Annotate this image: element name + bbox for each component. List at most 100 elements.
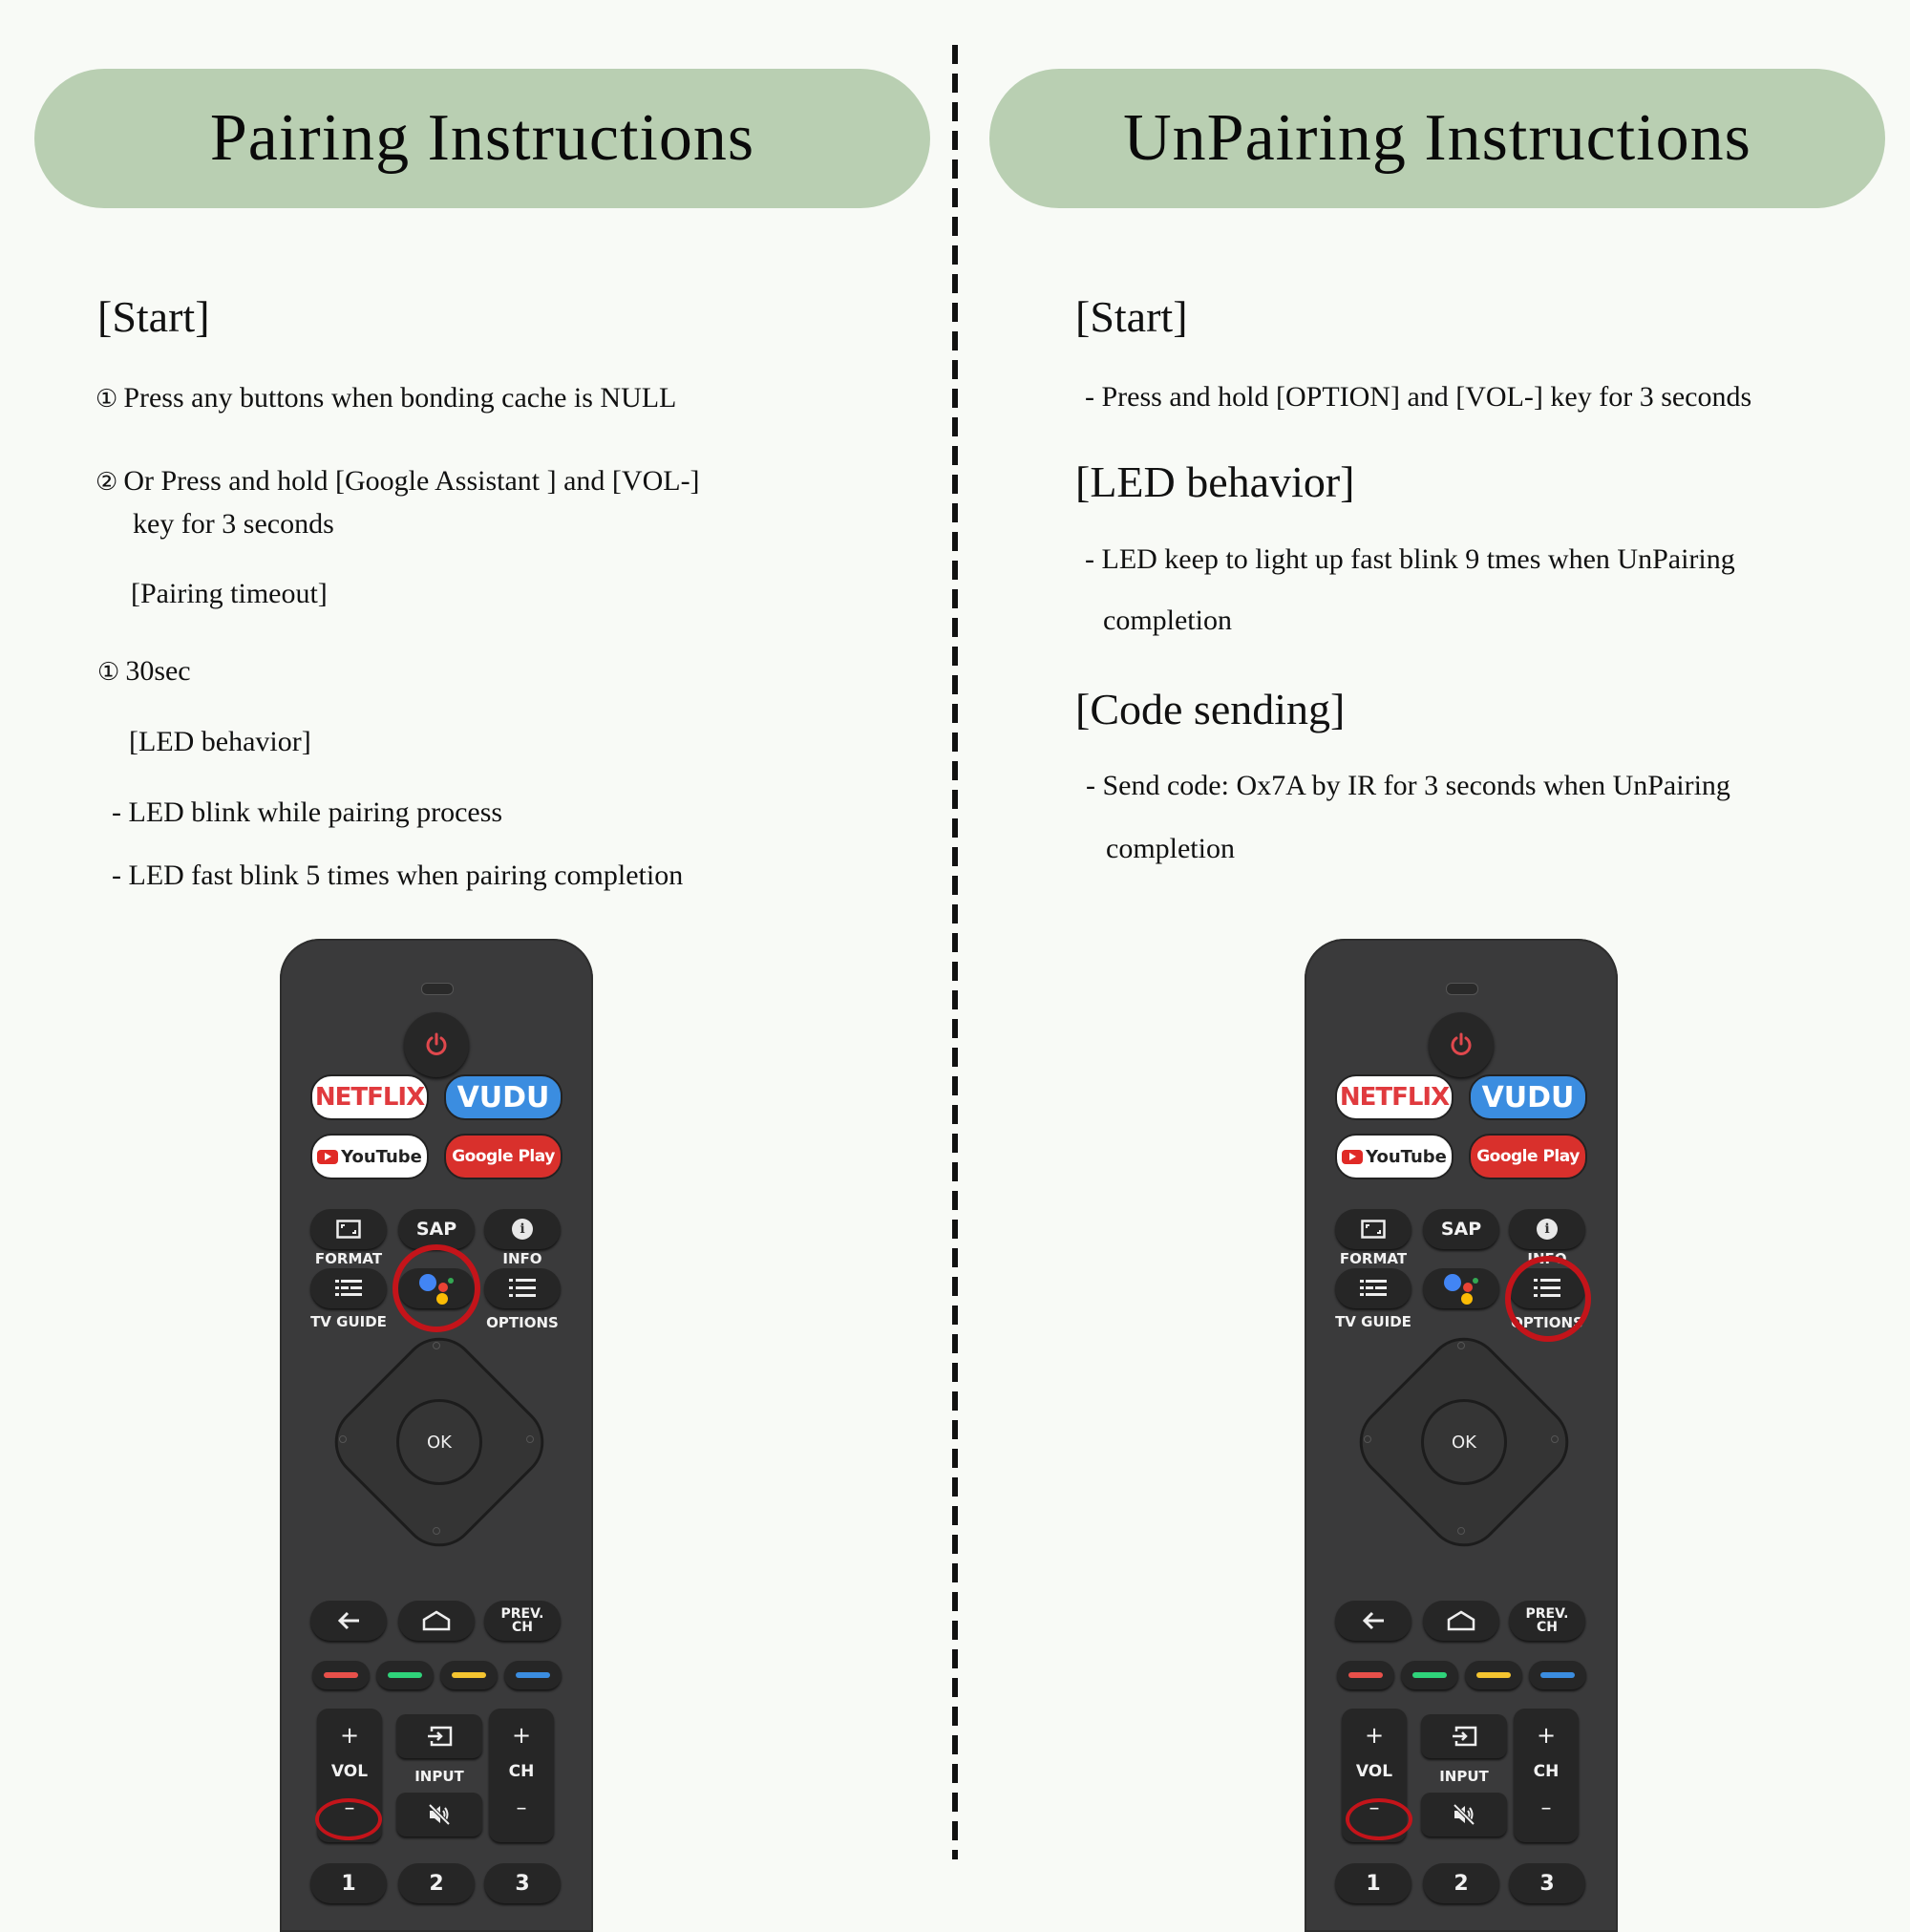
netflix-label: NETFLIX <box>1339 1083 1450 1112</box>
channel-rocker[interactable]: + CH – <box>489 1709 554 1842</box>
yellow-key[interactable] <box>1465 1661 1522 1689</box>
google-play-button[interactable]: Google Play <box>1469 1134 1587 1179</box>
remote-control-pairing: NETFLIX VUDU YouTube Google Play FORMAT … <box>280 939 593 1932</box>
dpad-right-dot <box>526 1435 534 1443</box>
back-button[interactable] <box>1335 1601 1411 1641</box>
highlight-options <box>1505 1256 1591 1342</box>
dpad[interactable]: OK <box>1344 1322 1584 1562</box>
google-assistant-button[interactable] <box>1423 1268 1499 1308</box>
google-play-label: Google Play <box>1476 1147 1580 1166</box>
unpairing-start-text: - Press and hold [OPTION] and [VOL-] key… <box>1085 381 1752 413</box>
mute-button[interactable] <box>396 1793 482 1836</box>
vudu-button[interactable]: VUDU <box>444 1074 562 1120</box>
mute-button[interactable] <box>1421 1793 1507 1836</box>
ch-label: CH <box>1533 1762 1560 1781</box>
timeout-value-text: 30sec <box>125 655 191 687</box>
google-assistant-icon <box>1444 1274 1478 1305</box>
dpad-down-dot <box>433 1527 440 1535</box>
channel-rocker[interactable]: + CH – <box>1514 1709 1579 1842</box>
mute-icon <box>428 1803 451 1826</box>
ok-button[interactable]: OK <box>1421 1399 1507 1485</box>
ok-button[interactable]: OK <box>396 1399 482 1485</box>
netflix-label: NETFLIX <box>314 1083 425 1112</box>
info-label: INFO <box>502 1250 542 1267</box>
tv-guide-button[interactable] <box>310 1268 387 1308</box>
ch-plus[interactable]: + <box>1514 1722 1579 1749</box>
info-icon: i <box>512 1219 533 1240</box>
number-2-button[interactable]: 2 <box>398 1863 475 1903</box>
youtube-button[interactable]: YouTube <box>310 1134 429 1179</box>
unpairing-code-text-continued: completion <box>1106 833 1235 864</box>
prev-ch-label-2: CH <box>1537 1620 1558 1635</box>
input-source-icon <box>428 1726 453 1747</box>
sap-button[interactable]: SAP <box>1423 1209 1499 1249</box>
back-arrow-icon <box>337 1611 359 1630</box>
vol-label: VOL <box>330 1762 369 1781</box>
blue-key[interactable] <box>1529 1661 1586 1689</box>
number-3-button[interactable]: 3 <box>1509 1863 1585 1903</box>
vol-plus[interactable]: + <box>317 1722 382 1749</box>
input-label: INPUT <box>1439 1768 1489 1785</box>
number-3-button[interactable]: 3 <box>484 1863 561 1903</box>
number-label: 3 <box>1539 1871 1555 1896</box>
highlight-vol-minus <box>315 1798 382 1840</box>
number-label: 2 <box>429 1871 444 1896</box>
unpairing-start-heading: [Start] <box>1075 292 1188 341</box>
red-key[interactable] <box>312 1661 370 1689</box>
input-button[interactable] <box>1421 1714 1507 1758</box>
dpad[interactable]: OK <box>319 1322 560 1562</box>
youtube-label: YouTube <box>341 1146 422 1167</box>
ch-minus[interactable]: – <box>1514 1796 1579 1820</box>
blue-key[interactable] <box>504 1661 562 1689</box>
netflix-button[interactable]: NETFLIX <box>310 1074 429 1120</box>
yellow-key[interactable] <box>440 1661 498 1689</box>
aspect-ratio-icon <box>336 1220 361 1239</box>
ch-plus[interactable]: + <box>489 1722 554 1749</box>
home-button[interactable] <box>1423 1601 1499 1641</box>
info-button[interactable]: i <box>1509 1209 1585 1249</box>
format-button[interactable] <box>1335 1209 1411 1249</box>
sap-label: SAP <box>1440 1219 1482 1240</box>
power-button[interactable] <box>1429 1012 1494 1077</box>
tv-guide-button[interactable] <box>1335 1268 1411 1308</box>
number-1-button[interactable]: 1 <box>1335 1863 1411 1903</box>
home-icon <box>422 1610 451 1631</box>
ch-minus[interactable]: – <box>489 1796 554 1820</box>
yellow-key-bar <box>1476 1672 1511 1678</box>
highlight-google-assistant <box>393 1244 480 1332</box>
youtube-button[interactable]: YouTube <box>1335 1134 1454 1179</box>
number-2-button[interactable]: 2 <box>1423 1863 1499 1903</box>
remote-control-unpairing: NETFLIX VUDU YouTube Google Play FORMAT … <box>1305 939 1618 1932</box>
green-key[interactable] <box>1401 1661 1458 1689</box>
format-label: FORMAT <box>1339 1250 1408 1267</box>
youtube-icon <box>1342 1149 1364 1164</box>
netflix-button[interactable]: NETFLIX <box>1335 1074 1454 1120</box>
vudu-button[interactable]: VUDU <box>1469 1074 1587 1120</box>
step-number-1: ① <box>96 385 118 414</box>
home-button[interactable] <box>398 1601 475 1641</box>
red-key[interactable] <box>1337 1661 1394 1689</box>
vudu-label: VUDU <box>1481 1080 1575 1115</box>
options-button[interactable] <box>484 1268 561 1308</box>
sap-button[interactable]: SAP <box>398 1209 475 1249</box>
power-button[interactable] <box>404 1012 469 1077</box>
info-button[interactable]: i <box>484 1209 561 1249</box>
dpad-down-dot <box>1457 1527 1465 1535</box>
vol-plus[interactable]: + <box>1342 1722 1407 1749</box>
back-button[interactable] <box>310 1601 387 1641</box>
pairing-timeout-value: ① 30sec <box>97 655 191 688</box>
led-indicator <box>421 983 454 995</box>
vudu-label: VUDU <box>456 1080 550 1115</box>
prev-ch-button[interactable]: PREV. CH <box>484 1601 561 1641</box>
pairing-step-1-text: Press any buttons when bonding cache is … <box>123 382 677 414</box>
input-button[interactable] <box>396 1714 482 1758</box>
google-play-button[interactable]: Google Play <box>444 1134 562 1179</box>
highlight-vol-minus <box>1346 1798 1412 1840</box>
prev-ch-button[interactable]: PREV. CH <box>1509 1601 1585 1641</box>
green-key[interactable] <box>376 1661 434 1689</box>
aspect-ratio-icon <box>1361 1220 1386 1239</box>
step-number-2: ② <box>96 468 118 497</box>
unpairing-title: UnPairing Instructions <box>1123 101 1751 175</box>
number-1-button[interactable]: 1 <box>310 1863 387 1903</box>
format-button[interactable] <box>310 1209 387 1249</box>
